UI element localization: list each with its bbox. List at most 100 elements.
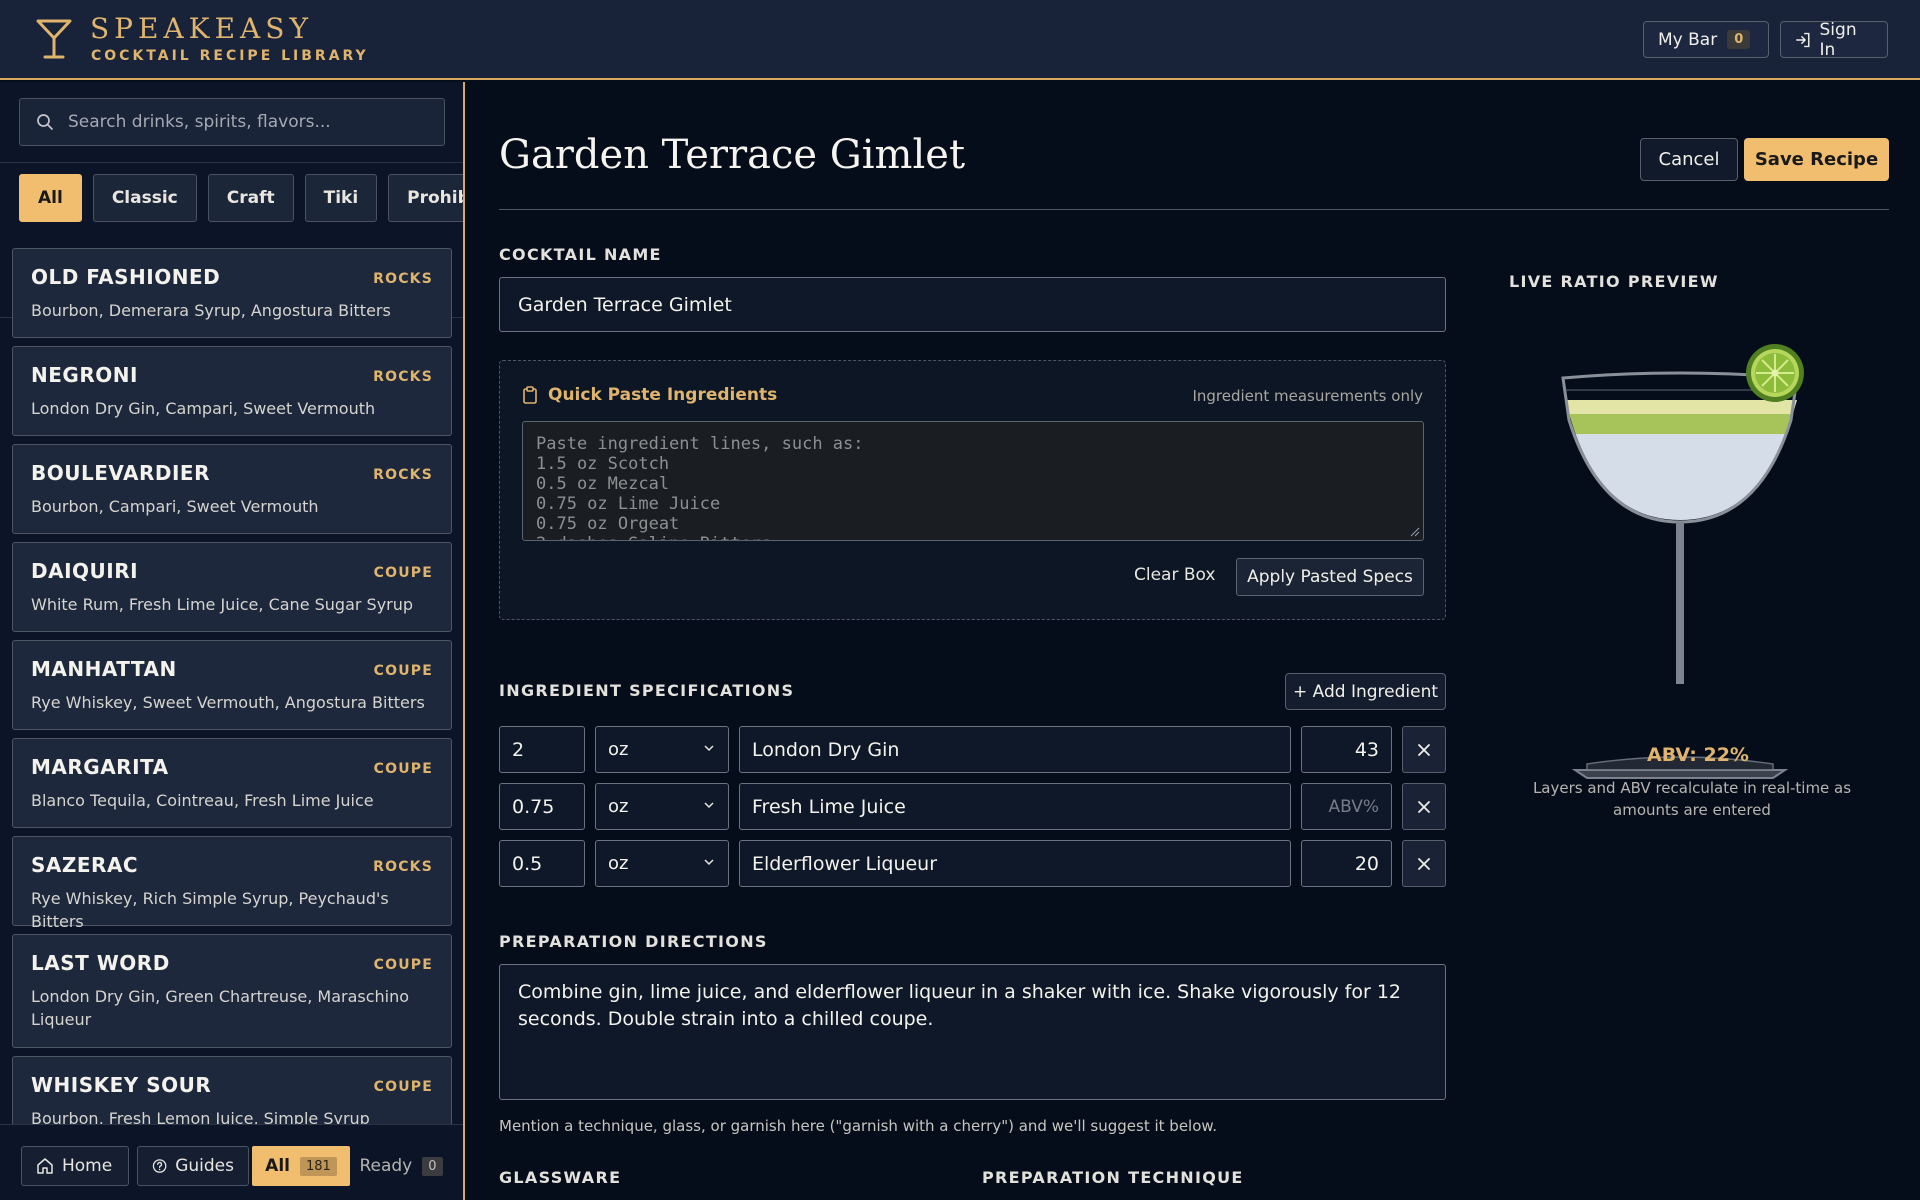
sign-in-label: Sign In <box>1819 19 1857 60</box>
availability-toggle: All 181 Ready 0 <box>252 1146 452 1186</box>
chevron-down-icon <box>704 859 714 866</box>
home-icon <box>37 1158 53 1174</box>
page-title: Garden Terrace Gimlet <box>499 132 966 178</box>
coupe-glass-preview <box>1561 344 1804 779</box>
recipe-card[interactable]: MARGARITA COUPE Blanco Tequila, Cointrea… <box>12 738 452 828</box>
recipe-card[interactable]: LAST WORD COUPE London Dry Gin, Green Ch… <box>12 934 452 1048</box>
title-divider <box>499 209 1889 210</box>
chevron-down-icon <box>704 745 714 752</box>
recipe-glass: COUPE <box>373 565 433 581</box>
abv-input[interactable]: ABV% <box>1301 783 1392 830</box>
quick-paste-header: Quick Paste Ingredients <box>522 385 777 405</box>
recipe-card[interactable]: BOULEVARDIER ROCKS Bourbon, Campari, Swe… <box>12 444 452 534</box>
add-ingredient-button[interactable]: + Add Ingredient <box>1285 673 1446 710</box>
my-bar-label: My Bar <box>1658 29 1718 50</box>
technique-label: PREPARATION TECHNIQUE <box>982 1168 1244 1187</box>
close-icon <box>1418 743 1430 756</box>
recipe-ingredients: Rye Whiskey, Sweet Vermouth, Angostura B… <box>31 693 425 712</box>
preview-note: Layers and ABV recalculate in real-time … <box>1532 779 1852 819</box>
cocktail-name-input[interactable]: Garden Terrace Gimlet <box>499 277 1446 332</box>
ingredient-name-input[interactable]: London Dry Gin <box>739 726 1291 773</box>
glass-stem <box>1676 522 1684 684</box>
recipe-glass: COUPE <box>373 1079 433 1095</box>
sign-in-button[interactable]: Sign In <box>1780 19 1888 60</box>
search-input[interactable]: Search drinks, spirits, flavors... <box>19 98 445 146</box>
apply-pasted-specs-button[interactable]: Apply Pasted Specs <box>1236 558 1424 596</box>
help-circle-icon <box>152 1159 167 1173</box>
brand-subtitle: COCKTAIL RECIPE LIBRARY <box>91 48 369 64</box>
unit-select[interactable]: oz <box>595 726 729 773</box>
unit-value: oz <box>608 796 629 817</box>
ingredients-label: INGREDIENT SPECIFICATIONS <box>499 681 795 700</box>
quick-paste-note: Ingredient measurements only <box>1192 387 1423 405</box>
recipe-glass: COUPE <box>373 663 433 679</box>
recipe-ingredients: Bourbon, Demerara Syrup, Angostura Bitte… <box>31 301 391 320</box>
recipe-editor: Garden Terrace Gimlet Cancel Save Recipe… <box>467 82 1920 1200</box>
recipe-ingredients: London Dry Gin, Green Chartreuse, Marasc… <box>31 987 410 1029</box>
filter-chip-tiki[interactable]: Tiki <box>304 174 378 222</box>
toggle-all[interactable]: All 181 <box>252 1146 350 1186</box>
top-bar: SPEAKEASY COCKTAIL RECIPE LIBRARY My Bar… <box>0 0 1920 80</box>
amount-input[interactable]: 2 <box>499 726 585 773</box>
quick-paste-title: Quick Paste Ingredients <box>548 385 778 405</box>
liquid-layers <box>1565 400 1797 520</box>
search-icon <box>37 114 53 130</box>
home-button[interactable]: Home <box>21 1146 129 1186</box>
cocktail-glass-icon <box>36 19 72 59</box>
filter-chip-craft[interactable]: Craft <box>207 174 294 222</box>
recipe-card[interactable]: OLD FASHIONED ROCKS Bourbon, Demerara Sy… <box>12 248 452 338</box>
unit-value: oz <box>608 853 629 874</box>
remove-ingredient-button[interactable] <box>1402 726 1446 773</box>
remove-ingredient-button[interactable] <box>1402 783 1446 830</box>
unit-select[interactable]: oz <box>595 840 729 887</box>
sidebar-footer: Home Guides All 181 Ready 0 <box>0 1124 463 1200</box>
recipe-glass: COUPE <box>373 957 433 973</box>
guides-button[interactable]: Guides <box>137 1146 249 1186</box>
lime-layer <box>1565 414 1797 434</box>
amount-input[interactable]: 0.5 <box>499 840 585 887</box>
recipe-ingredients: White Rum, Fresh Lime Juice, Cane Sugar … <box>31 595 414 614</box>
remove-ingredient-button[interactable] <box>1402 840 1446 887</box>
quick-paste-panel: Quick Paste Ingredients Ingredient measu… <box>499 360 1446 620</box>
recipe-card[interactable]: NEGRONI ROCKS London Dry Gin, Campari, S… <box>12 346 452 436</box>
toggle-all-count: 181 <box>299 1156 337 1176</box>
guides-label: Guides <box>175 1156 234 1176</box>
cancel-button[interactable]: Cancel <box>1640 138 1738 181</box>
filter-chip-prohibition[interactable]: Prohibition <box>388 174 463 222</box>
filter-chip-all[interactable]: All <box>19 174 82 222</box>
amount-input[interactable]: 0.75 <box>499 783 585 830</box>
save-recipe-button[interactable]: Save Recipe <box>1744 138 1889 181</box>
clipboard-icon <box>523 386 537 404</box>
toggle-ready-label: Ready <box>359 1156 413 1176</box>
abv-input[interactable]: 20 <box>1301 840 1392 887</box>
paste-textarea[interactable]: Paste ingredient lines, such as: 1.5 oz … <box>522 421 1424 541</box>
search-placeholder: Search drinks, spirits, flavors... <box>68 112 331 132</box>
ingredient-name-input[interactable]: Elderflower Liqueur <box>739 840 1291 887</box>
sign-in-icon <box>1796 32 1810 47</box>
live-preview-title: LIVE RATIO PREVIEW <box>1509 272 1719 291</box>
my-bar-button[interactable]: My Bar 0 <box>1643 21 1769 58</box>
unit-value: oz <box>608 739 629 760</box>
toggle-ready[interactable]: Ready 0 <box>350 1146 452 1186</box>
recipe-glass: ROCKS <box>373 859 433 875</box>
close-icon <box>1418 800 1430 813</box>
resize-handle-icon[interactable] <box>1410 527 1420 537</box>
recipe-card[interactable]: DAIQUIRI COUPE White Rum, Fresh Lime Jui… <box>12 542 452 632</box>
directions-textarea[interactable]: Combine gin, lime juice, and elderflower… <box>499 964 1446 1100</box>
abv-readout: ABV: 22% <box>1647 744 1749 766</box>
ingredient-name-input[interactable]: Fresh Lime Juice <box>739 783 1291 830</box>
filter-chip-classic[interactable]: Classic <box>92 174 197 222</box>
directions-hint: Mention a technique, glass, or garnish h… <box>499 1117 1218 1135</box>
unit-select[interactable]: oz <box>595 783 729 830</box>
recipe-list: OLD FASHIONED ROCKS Bourbon, Demerara Sy… <box>12 248 452 1154</box>
abv-input[interactable]: 43 <box>1301 726 1392 773</box>
elderflower-layer <box>1565 400 1797 414</box>
chevron-down-icon <box>704 802 714 809</box>
clear-box-button[interactable]: Clear Box <box>1134 565 1215 585</box>
ingredient-row: 0.5 oz Elderflower Liqueur 20 <box>499 840 1446 887</box>
recipe-card[interactable]: SAZERAC ROCKS Rye Whiskey, Rich Simple S… <box>12 836 452 931</box>
toggle-all-label: All <box>265 1156 290 1176</box>
my-bar-count-badge: 0 <box>1727 30 1751 49</box>
ingredient-row: 2 oz London Dry Gin 43 <box>499 726 1446 773</box>
recipe-card[interactable]: MANHATTAN COUPE Rye Whiskey, Sweet Vermo… <box>12 640 452 730</box>
